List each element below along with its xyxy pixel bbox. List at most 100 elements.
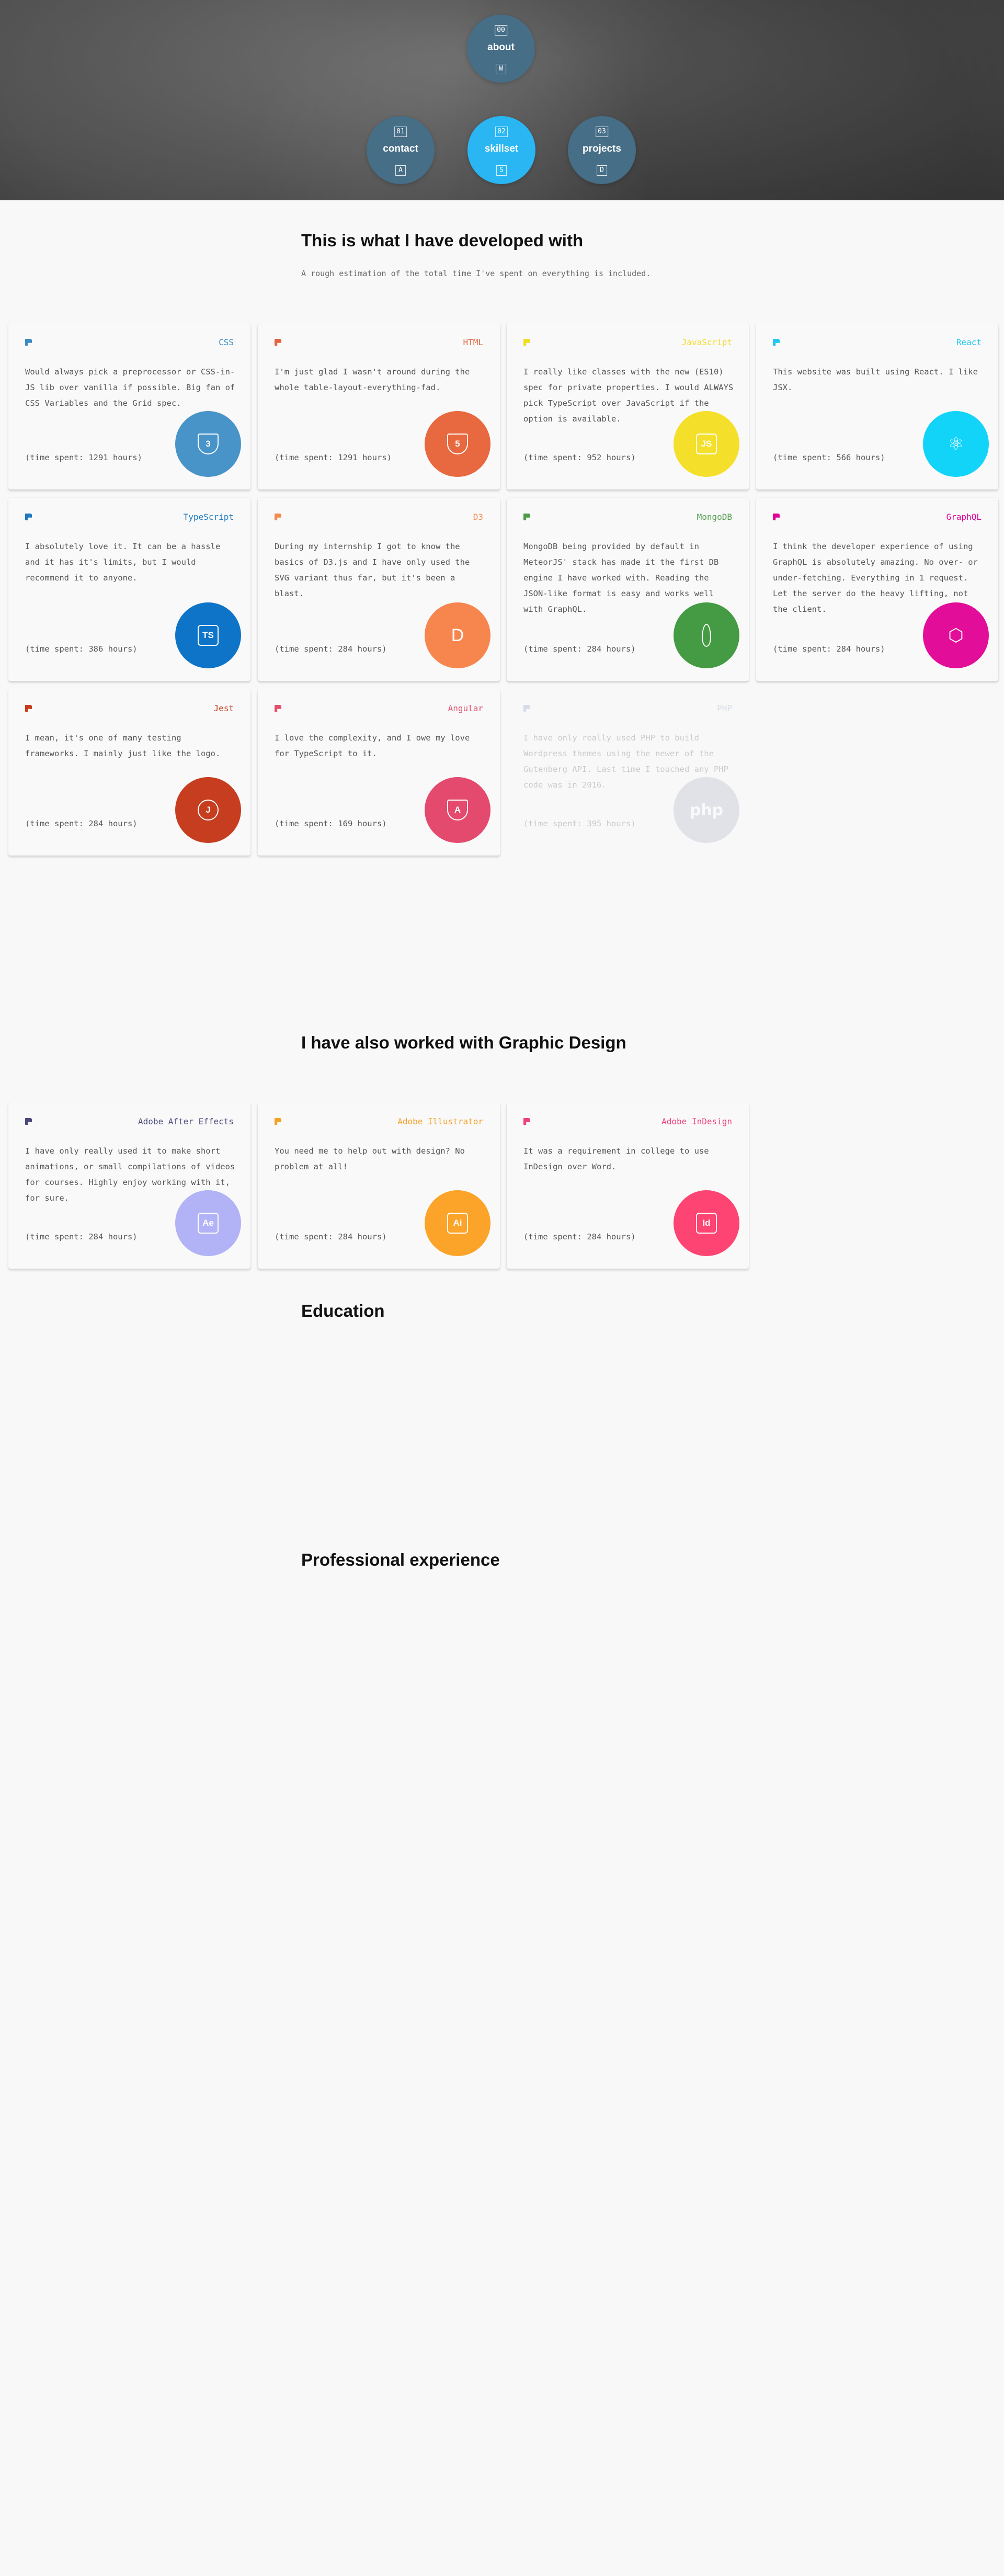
time-spent: (time spent: 284 hours): [25, 819, 138, 828]
time-spent: (time spent: 386 hours): [25, 644, 138, 654]
skill-description: It was a requirement in college to use I…: [523, 1146, 709, 1171]
skill-description: I'm just glad I wasn't around during the…: [275, 367, 470, 392]
after-effects-icon: Ae: [175, 1190, 241, 1256]
skill-name: Adobe After Effects: [138, 1116, 234, 1126]
skill-card-graphql[interactable]: GraphQL I think the developer experience …: [756, 498, 998, 681]
logo-glyph: [702, 624, 711, 647]
skill-description: You need me to help out with design? No …: [275, 1146, 465, 1171]
skill-name: Jest: [213, 703, 234, 713]
logo-glyph: ⬡: [948, 625, 964, 645]
mongodb-leaf-icon: [674, 602, 739, 668]
jest-icon: J: [175, 777, 241, 843]
nav-number: 01: [394, 127, 407, 137]
nav-contact[interactable]: 01 contact A: [367, 116, 435, 184]
nav-shortcut-key: S: [496, 165, 507, 176]
skill-card-html[interactable]: HTML I'm just glad I wasn't around during…: [258, 323, 500, 489]
css-shield-icon: 3: [175, 411, 241, 477]
skill-description: Would always pick a preprocessor or CSS-…: [25, 367, 235, 408]
flag-icon: [773, 514, 780, 520]
nav-about[interactable]: 00 about W: [467, 15, 535, 83]
time-spent: (time spent: 952 hours): [523, 453, 636, 462]
logo-glyph: php: [689, 801, 724, 819]
nav-label: contact: [383, 143, 418, 154]
flag-icon: [25, 705, 32, 712]
flag-icon: [275, 339, 281, 346]
nav-skillset[interactable]: 02 skillset S: [467, 116, 535, 184]
logo-glyph: ⚛: [948, 434, 964, 454]
time-spent: (time spent: 284 hours): [523, 644, 636, 654]
graphql-icon: ⬡: [923, 602, 989, 668]
time-spent: (time spent: 395 hours): [523, 819, 636, 828]
skill-description: I love the complexity, and I owe my love…: [275, 733, 470, 758]
flag-icon: [523, 339, 530, 346]
skill-name: TypeScript: [183, 512, 234, 522]
skill-description: This website was built using React. I li…: [773, 367, 978, 392]
logo-glyph: TS: [198, 625, 219, 646]
d3-icon: D: [425, 602, 490, 668]
skill-description: During my internship I got to know the b…: [275, 542, 470, 598]
nav-label: projects: [583, 143, 621, 154]
skill-description: I mean, it's one of many testing framewo…: [25, 733, 221, 758]
skill-card-typescript[interactable]: TypeScript I absolutely love it. It can b…: [8, 498, 250, 681]
flag-icon: [523, 1118, 530, 1125]
time-spent: (time spent: 284 hours): [275, 1232, 387, 1241]
skill-card-react[interactable]: React This website was built using React.…: [756, 323, 998, 489]
flag-icon: [523, 705, 530, 712]
flag-icon: [275, 514, 281, 520]
time-spent: (time spent: 169 hours): [275, 819, 387, 828]
time-spent: (time spent: 284 hours): [773, 644, 885, 654]
time-spent: (time spent: 1291 hours): [275, 453, 392, 462]
skill-name: Angular: [448, 703, 483, 713]
nav-number: 02: [495, 127, 508, 137]
skill-card-javascript[interactable]: JavaScript I really like classes with the…: [507, 323, 749, 489]
skill-card-adobe-indesign[interactable]: Adobe InDesign It was a requirement in co…: [507, 1102, 749, 1269]
skill-card-adobe-illustrator[interactable]: Adobe Illustrator You need me to help out…: [258, 1102, 500, 1269]
experience-title: Professional experience: [301, 1550, 500, 1569]
nav-shortcut-key: D: [597, 165, 607, 176]
skill-name: MongoDB: [697, 512, 732, 522]
html-shield-icon: 5: [425, 411, 490, 477]
nav-shortcut-key: A: [395, 165, 406, 176]
skill-name: GraphQL: [946, 512, 982, 522]
skill-name: PHP: [717, 703, 732, 713]
illustrator-icon: Ai: [425, 1190, 490, 1256]
nav-shortcut-key: W: [496, 64, 506, 74]
logo-glyph: A: [447, 800, 468, 820]
logo-glyph: Ai: [447, 1213, 468, 1234]
logo-glyph: 3: [198, 434, 219, 454]
time-spent: (time spent: 284 hours): [523, 1232, 636, 1241]
logo-glyph: Id: [696, 1213, 717, 1234]
flag-icon: [25, 339, 32, 346]
skill-name: React: [956, 337, 982, 347]
flag-icon: [523, 514, 530, 520]
nav-number: 00: [495, 25, 507, 36]
skill-name: Adobe InDesign: [661, 1116, 732, 1126]
skill-card-jest[interactable]: Jest I mean, it's one of many testing fra…: [8, 689, 250, 856]
skill-card-php[interactable]: PHP I have only really used PHP to build …: [507, 689, 749, 856]
logo-glyph: JS: [696, 434, 717, 454]
hero-header: 00 about W 01 contact A 02 skillset S 03 projects D: [0, 0, 1004, 200]
react-atom-icon: ⚛: [923, 411, 989, 477]
nav-label: about: [487, 42, 515, 53]
skill-card-d3[interactable]: D3 During my internship I got to know the…: [258, 498, 500, 681]
logo-glyph: D: [451, 625, 464, 645]
skill-card-angular[interactable]: Angular I love the complexity, and I owe …: [258, 689, 500, 856]
graphic-design-title: I have also worked with Graphic Design: [301, 1033, 626, 1052]
nav-label: skillset: [484, 143, 519, 154]
ts-square-icon: TS: [175, 602, 241, 668]
indesign-icon: Id: [674, 1190, 739, 1256]
skill-card-mongodb[interactable]: MongoDB MongoDB being provided by default…: [507, 498, 749, 681]
nav-projects[interactable]: 03 projects D: [568, 116, 636, 184]
logo-glyph: Ae: [198, 1213, 219, 1234]
skill-card-adobe-after-effects[interactable]: Adobe After Effects I have only really us…: [8, 1102, 250, 1269]
logo-glyph: 5: [447, 434, 468, 454]
time-spent: (time spent: 566 hours): [773, 453, 885, 462]
js-square-icon: JS: [674, 411, 739, 477]
time-spent: (time spent: 284 hours): [275, 644, 387, 654]
flag-icon: [275, 1118, 281, 1125]
flag-icon: [25, 1118, 32, 1125]
developed-with-title: This is what I have developed with: [301, 231, 584, 250]
skill-card-css[interactable]: CSS Would always pick a preprocessor or C…: [8, 323, 250, 489]
nav-number: 03: [596, 127, 608, 137]
developed-with-subtitle: A rough estimation of the total time I'v…: [301, 269, 651, 278]
